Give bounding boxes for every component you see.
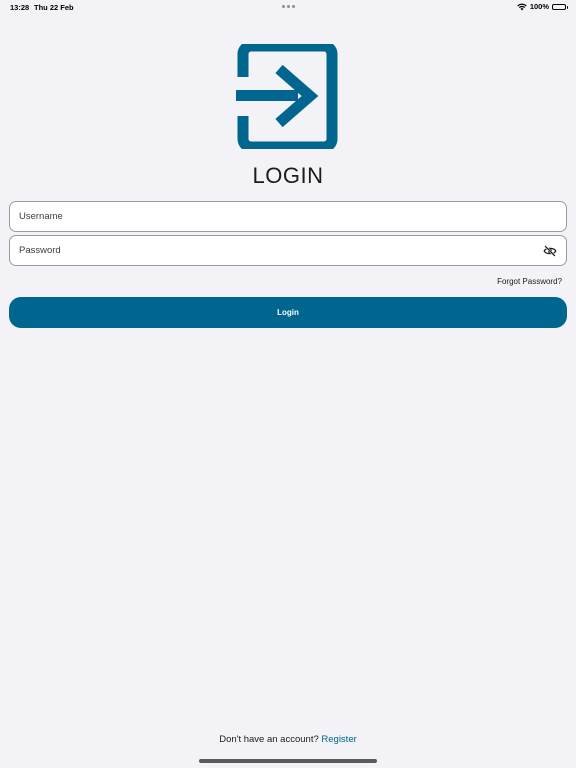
status-time: 13:28 bbox=[10, 3, 30, 12]
username-input[interactable] bbox=[19, 211, 557, 222]
status-right: 100% bbox=[517, 2, 568, 11]
forgot-password-link[interactable]: Forgot Password? bbox=[497, 277, 562, 286]
eye-off-icon[interactable] bbox=[543, 244, 557, 258]
register-prompt: Don't have an account? bbox=[219, 734, 322, 745]
login-arrow-icon bbox=[235, 44, 340, 149]
battery-percentage: 100% bbox=[529, 2, 549, 11]
multitasking-dots-icon[interactable] bbox=[282, 5, 295, 8]
password-field[interactable] bbox=[9, 235, 567, 266]
wifi-icon bbox=[517, 3, 527, 11]
home-indicator[interactable] bbox=[199, 759, 377, 763]
username-field[interactable] bbox=[9, 201, 567, 232]
register-link[interactable]: Register bbox=[321, 734, 356, 745]
battery-icon bbox=[552, 3, 568, 10]
password-input[interactable] bbox=[19, 245, 543, 256]
login-button[interactable]: Login bbox=[9, 297, 567, 328]
page-title: LOGIN bbox=[252, 163, 324, 188]
status-bar: 13:28 Thu 22 Feb 100% bbox=[0, 0, 576, 14]
footer: Don't have an account? Register bbox=[0, 734, 576, 745]
status-date: Thu 22 Feb bbox=[34, 3, 74, 12]
